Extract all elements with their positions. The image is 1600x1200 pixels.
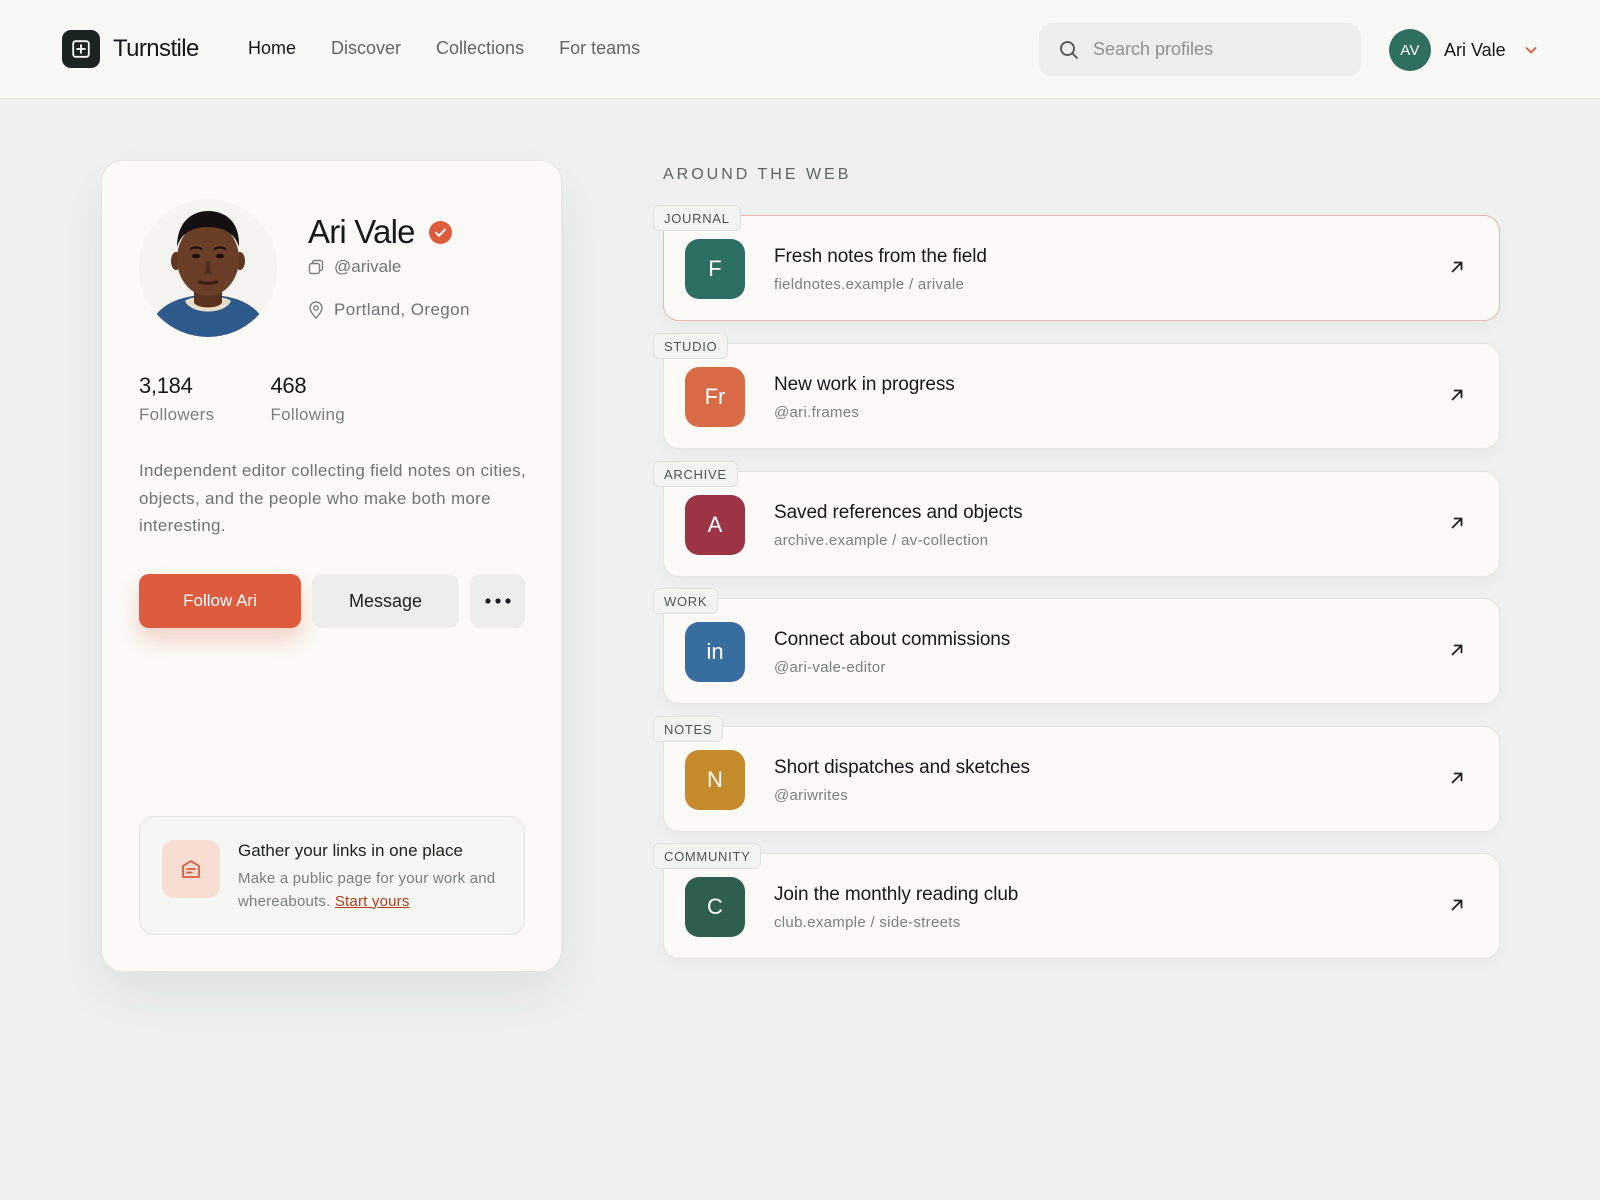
verified-badge-icon — [428, 220, 452, 244]
link-tag: JOURNAL — [653, 205, 741, 231]
promo-description: Make a public page for your work and whe… — [238, 868, 498, 913]
followers-count: 3,184 — [139, 373, 193, 398]
promo-title: Gather your links in one place — [238, 841, 463, 860]
link-badge: Fr — [685, 367, 745, 427]
chevron-down-icon[interactable] — [1524, 43, 1538, 57]
profile-bio: Independent editor collecting field note… — [139, 461, 527, 535]
top-header: Turnstile Home Discover Collections For … — [0, 0, 1600, 99]
arrow-up-right-icon — [1450, 771, 1464, 785]
profile-handle: @arivale — [334, 257, 402, 276]
more-horizontal-icon — [484, 598, 511, 604]
link-badge: in — [685, 622, 745, 682]
profile-actions: Follow Ari Message — [139, 574, 525, 628]
link-card[interactable]: JOURNAL F Fresh notes from the field fie… — [653, 205, 1500, 321]
link-card[interactable]: COMMUNITY C Join the monthly reading clu… — [653, 843, 1500, 959]
link-subtitle: fieldnotes.example / arivale — [774, 276, 965, 293]
profile-name-row: Ari Vale — [308, 213, 452, 251]
logo-mark-icon — [62, 30, 100, 68]
link-title: New work in progress — [774, 374, 955, 395]
search-bar[interactable] — [1039, 23, 1361, 76]
location-pin-icon — [308, 301, 324, 319]
app-name: Turnstile — [113, 35, 199, 62]
stat-followers[interactable]: 3,184 Followers — [139, 373, 214, 425]
link-card[interactable]: STUDIO Fr New work in progress @ari.fram… — [653, 333, 1500, 449]
link-tag: COMMUNITY — [653, 843, 762, 869]
nav-home[interactable]: Home — [248, 38, 296, 59]
stat-following[interactable]: 468 Following — [270, 373, 345, 425]
link-badge: F — [685, 239, 745, 299]
link-subtitle: club.example / side-streets — [774, 914, 961, 931]
main-nav: Home Discover Collections For teams — [248, 38, 675, 59]
more-options-button[interactable] — [470, 574, 525, 628]
nav-for-teams[interactable]: For teams — [559, 38, 640, 59]
nav-discover[interactable]: Discover — [331, 38, 401, 59]
link-card[interactable]: ARCHIVE A Saved references and objects a… — [653, 461, 1500, 577]
profile-location: Portland, Oregon — [334, 300, 470, 319]
link-title: Short dispatches and sketches — [774, 757, 1030, 778]
logo[interactable]: Turnstile — [62, 30, 199, 68]
link-subtitle: @ari-vale-editor — [774, 659, 886, 676]
arrow-up-right-icon — [1450, 516, 1464, 530]
profile-stats: 3,184 Followers 468 Following — [139, 373, 403, 425]
profile-card: Ari Vale @arivale Portland, Oregon 3,184… — [101, 160, 562, 972]
start-yours-link[interactable]: Start yours — [335, 893, 410, 910]
link-subtitle: @ariwrites — [774, 787, 849, 804]
link-title: Saved references and objects — [774, 502, 1023, 523]
link-badge: A — [685, 495, 745, 555]
copy-icon[interactable] — [308, 259, 324, 275]
link-tag: WORK — [653, 588, 719, 614]
section-title: AROUND THE WEB — [663, 166, 852, 183]
user-avatar[interactable]: AV — [1389, 29, 1431, 71]
link-subtitle: @ari.frames — [774, 404, 860, 421]
user-name: Ari Vale — [1444, 39, 1506, 60]
follow-button[interactable]: Follow Ari — [139, 574, 301, 628]
link-card[interactable]: NOTES N Short dispatches and sketches @a… — [653, 716, 1500, 832]
message-button[interactable]: Message — [312, 574, 459, 628]
user-menu[interactable]: AV Ari Vale — [1389, 29, 1538, 71]
nav-collections[interactable]: Collections — [436, 38, 524, 59]
arrow-up-right-icon — [1450, 260, 1464, 274]
profile-name: Ari Vale — [308, 213, 416, 250]
page-icon — [162, 840, 220, 898]
link-title: Fresh notes from the field — [774, 246, 987, 267]
link-card[interactable]: WORK in Connect about commissions @ari-v… — [653, 588, 1500, 704]
promo-card: Gather your links in one place Make a pu… — [139, 816, 525, 935]
arrow-up-right-icon — [1450, 388, 1464, 402]
followers-label: Followers — [139, 405, 215, 424]
arrow-up-right-icon — [1450, 643, 1464, 657]
link-title: Join the monthly reading club — [774, 884, 1019, 905]
following-label: Following — [270, 405, 345, 424]
link-title: Connect about commissions — [774, 629, 1011, 650]
link-badge: C — [685, 877, 745, 937]
arrow-up-right-icon — [1450, 898, 1464, 912]
following-count: 468 — [270, 373, 307, 398]
link-badge: N — [685, 750, 745, 810]
link-tag: ARCHIVE — [653, 461, 738, 487]
profile-photo — [139, 199, 277, 337]
link-tag: STUDIO — [653, 333, 729, 359]
profile-handle-row: @arivale — [308, 257, 401, 277]
search-icon — [1059, 40, 1079, 60]
profile-location-row: Portland, Oregon — [308, 300, 470, 320]
search-input[interactable] — [1093, 39, 1333, 60]
link-subtitle: archive.example / av-collection — [774, 532, 989, 549]
link-tag: NOTES — [653, 716, 724, 742]
